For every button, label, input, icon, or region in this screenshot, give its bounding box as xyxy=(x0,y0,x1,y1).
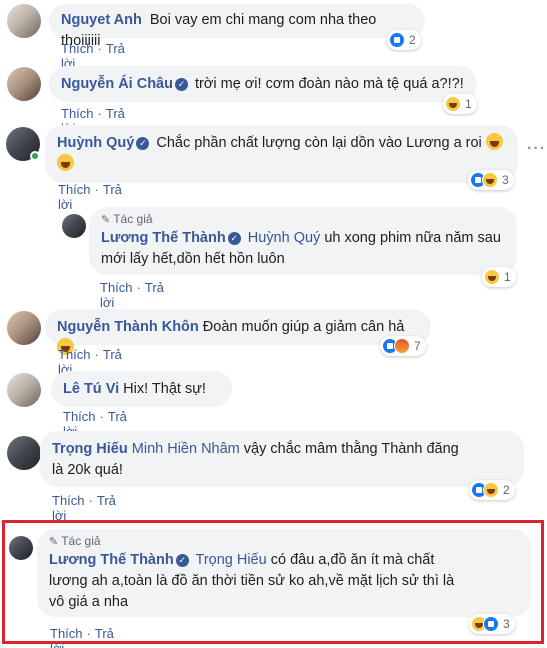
comment-text: Chắc phần chất lượng còn lại dồn vào Lươ… xyxy=(156,135,482,151)
comment-text: uh xong phim nữa năm sau xyxy=(324,230,501,246)
laughing-emoji-icon xyxy=(57,154,74,171)
reaction-count: 1 xyxy=(465,97,472,111)
comment-bubble: Trọng Hiếu Minh Hiền Nhâm vậy chắc mâm t… xyxy=(40,431,524,487)
pencil-icon: ✎ xyxy=(49,536,59,548)
haha-reaction-icon xyxy=(483,482,499,498)
comment-bubble: Nguyet Anh Boi vay em chi mang com nha t… xyxy=(49,4,425,49)
reaction-count: 3 xyxy=(502,173,509,187)
haha-reaction-icon xyxy=(484,269,500,285)
separator: · xyxy=(94,182,99,197)
comment-text: Hix! Thật sự! xyxy=(123,381,206,397)
comment-text: Đoàn muốn giúp a giảm cân hả xyxy=(202,319,405,335)
separator: · xyxy=(97,106,102,121)
mention-link[interactable]: Minh Hiền Nhâm xyxy=(132,441,240,457)
reaction-summary[interactable]: 3 xyxy=(468,170,514,190)
reaction-count: 2 xyxy=(409,33,416,47)
reaction-count: 1 xyxy=(504,270,511,284)
commenter-name[interactable]: Lê Tú Vi xyxy=(63,381,119,397)
like-link[interactable]: Thích xyxy=(58,182,91,197)
like-link[interactable]: Thích xyxy=(52,493,85,508)
separator: · xyxy=(99,409,104,424)
author-tag: ✎ Tác giả xyxy=(101,211,505,228)
comment-text: có đâu a,đồ ăn ít mà chất xyxy=(270,552,435,568)
mention-link[interactable]: Trọng Hiếu xyxy=(196,552,267,568)
commenter-name[interactable]: Nguyễn Thành Khôn xyxy=(57,319,199,335)
more-options-icon[interactable]: ··· xyxy=(527,140,546,158)
comment-text-line3: vô giá a nha xyxy=(49,594,129,610)
separator: · xyxy=(88,493,93,508)
commenter-name[interactable]: Lương Thế Thành xyxy=(49,552,174,568)
laughing-emoji-icon xyxy=(485,133,503,150)
separator: · xyxy=(136,280,141,295)
comment-text: vậy chắc mâm thằng Thành đăng xyxy=(243,441,459,457)
verified-badge-icon: ✓ xyxy=(227,232,241,245)
reaction-count: 7 xyxy=(414,339,421,353)
reaction-summary[interactable]: 1 xyxy=(443,94,477,114)
haha-reaction-icon xyxy=(482,172,498,188)
avatar[interactable] xyxy=(7,436,41,470)
like-link[interactable]: Thích xyxy=(58,347,91,362)
comment-actions: Thích·Trả lời xyxy=(50,626,114,648)
comment-actions: Thích·Trả lời xyxy=(52,493,116,523)
commenter-name[interactable]: Nguyễn Ái Châu xyxy=(61,76,173,92)
commenter-name[interactable]: Nguyet Anh xyxy=(61,12,142,28)
comment-bubble: Lê Tú Vi Hix! Thật sự! xyxy=(51,371,232,407)
like-reaction-icon xyxy=(389,32,405,48)
like-reaction-icon xyxy=(483,616,499,632)
comment-text-line2: mới lấy hết,dồn hết hồn luôn xyxy=(101,251,285,267)
comment-bubble: ✎ Tác giả Lương Thế Thành ✓ Huỳnh Quý uh x… xyxy=(89,207,517,275)
like-link[interactable]: Thích xyxy=(61,106,94,121)
author-tag-label: Tác giả xyxy=(61,534,101,548)
verified-badge-icon: ✓ xyxy=(136,137,150,150)
haha-reaction-icon xyxy=(445,96,461,112)
avatar[interactable] xyxy=(7,4,41,38)
author-tag-label: Tác giả xyxy=(113,212,153,226)
verified-badge-icon: ✓ xyxy=(174,78,188,91)
comment-text-line2: lương ah a,toàn là đồ ăn thời tiền sử ko… xyxy=(49,573,455,589)
reaction-summary[interactable]: 2 xyxy=(387,30,421,50)
comment-actions: Thích·Trả lời xyxy=(100,280,164,310)
comment-bubble: Nguyễn Ái Châu ✓ trời mẹ ơi! cơm đoàn nào… xyxy=(49,66,477,102)
comment-bubble: Nguyễn Thành Khôn Đoàn muốn giúp a giảm … xyxy=(45,309,431,355)
reaction-summary[interactable]: 2 xyxy=(469,480,515,500)
commenter-name[interactable]: Trọng Hiếu xyxy=(52,441,128,457)
avatar[interactable] xyxy=(7,311,41,345)
comment-bubble: Huỳnh Quý ✓ Chắc phần chất lượng còn lại … xyxy=(45,125,518,183)
mention-link[interactable]: Huỳnh Quý xyxy=(248,230,321,246)
avatar[interactable] xyxy=(7,373,41,407)
angry-reaction-icon xyxy=(394,338,410,354)
reaction-summary[interactable]: 1 xyxy=(482,267,516,287)
verified-badge-icon: ✓ xyxy=(175,554,189,567)
like-link[interactable]: Thích xyxy=(61,41,94,56)
avatar[interactable] xyxy=(7,67,41,101)
commenter-name[interactable]: Lương Thế Thành xyxy=(101,230,226,246)
reaction-count: 2 xyxy=(503,483,510,497)
commenter-name[interactable]: Huỳnh Quý xyxy=(57,135,134,151)
avatar[interactable] xyxy=(9,536,33,560)
like-link[interactable]: Thích xyxy=(100,280,133,295)
author-tag: ✎ Tác giả xyxy=(49,533,519,550)
comment-text: trời mẹ ơi! cơm đoàn nào mà tệ quá a?!?! xyxy=(195,76,464,92)
like-link[interactable]: Thích xyxy=(50,626,83,641)
comment-bubble: ✎ Tác giả Lương Thế Thành ✓ Trọng Hiếu có … xyxy=(37,529,531,617)
separator: · xyxy=(97,41,102,56)
online-status-icon xyxy=(30,151,40,161)
separator: · xyxy=(94,347,99,362)
like-link[interactable]: Thích xyxy=(63,409,96,424)
reaction-count: 3 xyxy=(503,617,510,631)
avatar[interactable] xyxy=(62,214,86,238)
separator: · xyxy=(86,626,91,641)
reaction-summary[interactable]: 7 xyxy=(380,336,426,356)
reaction-summary[interactable]: 3 xyxy=(469,614,515,634)
comment-text-line2: là 20k quá! xyxy=(52,462,123,478)
pencil-icon: ✎ xyxy=(101,214,111,226)
